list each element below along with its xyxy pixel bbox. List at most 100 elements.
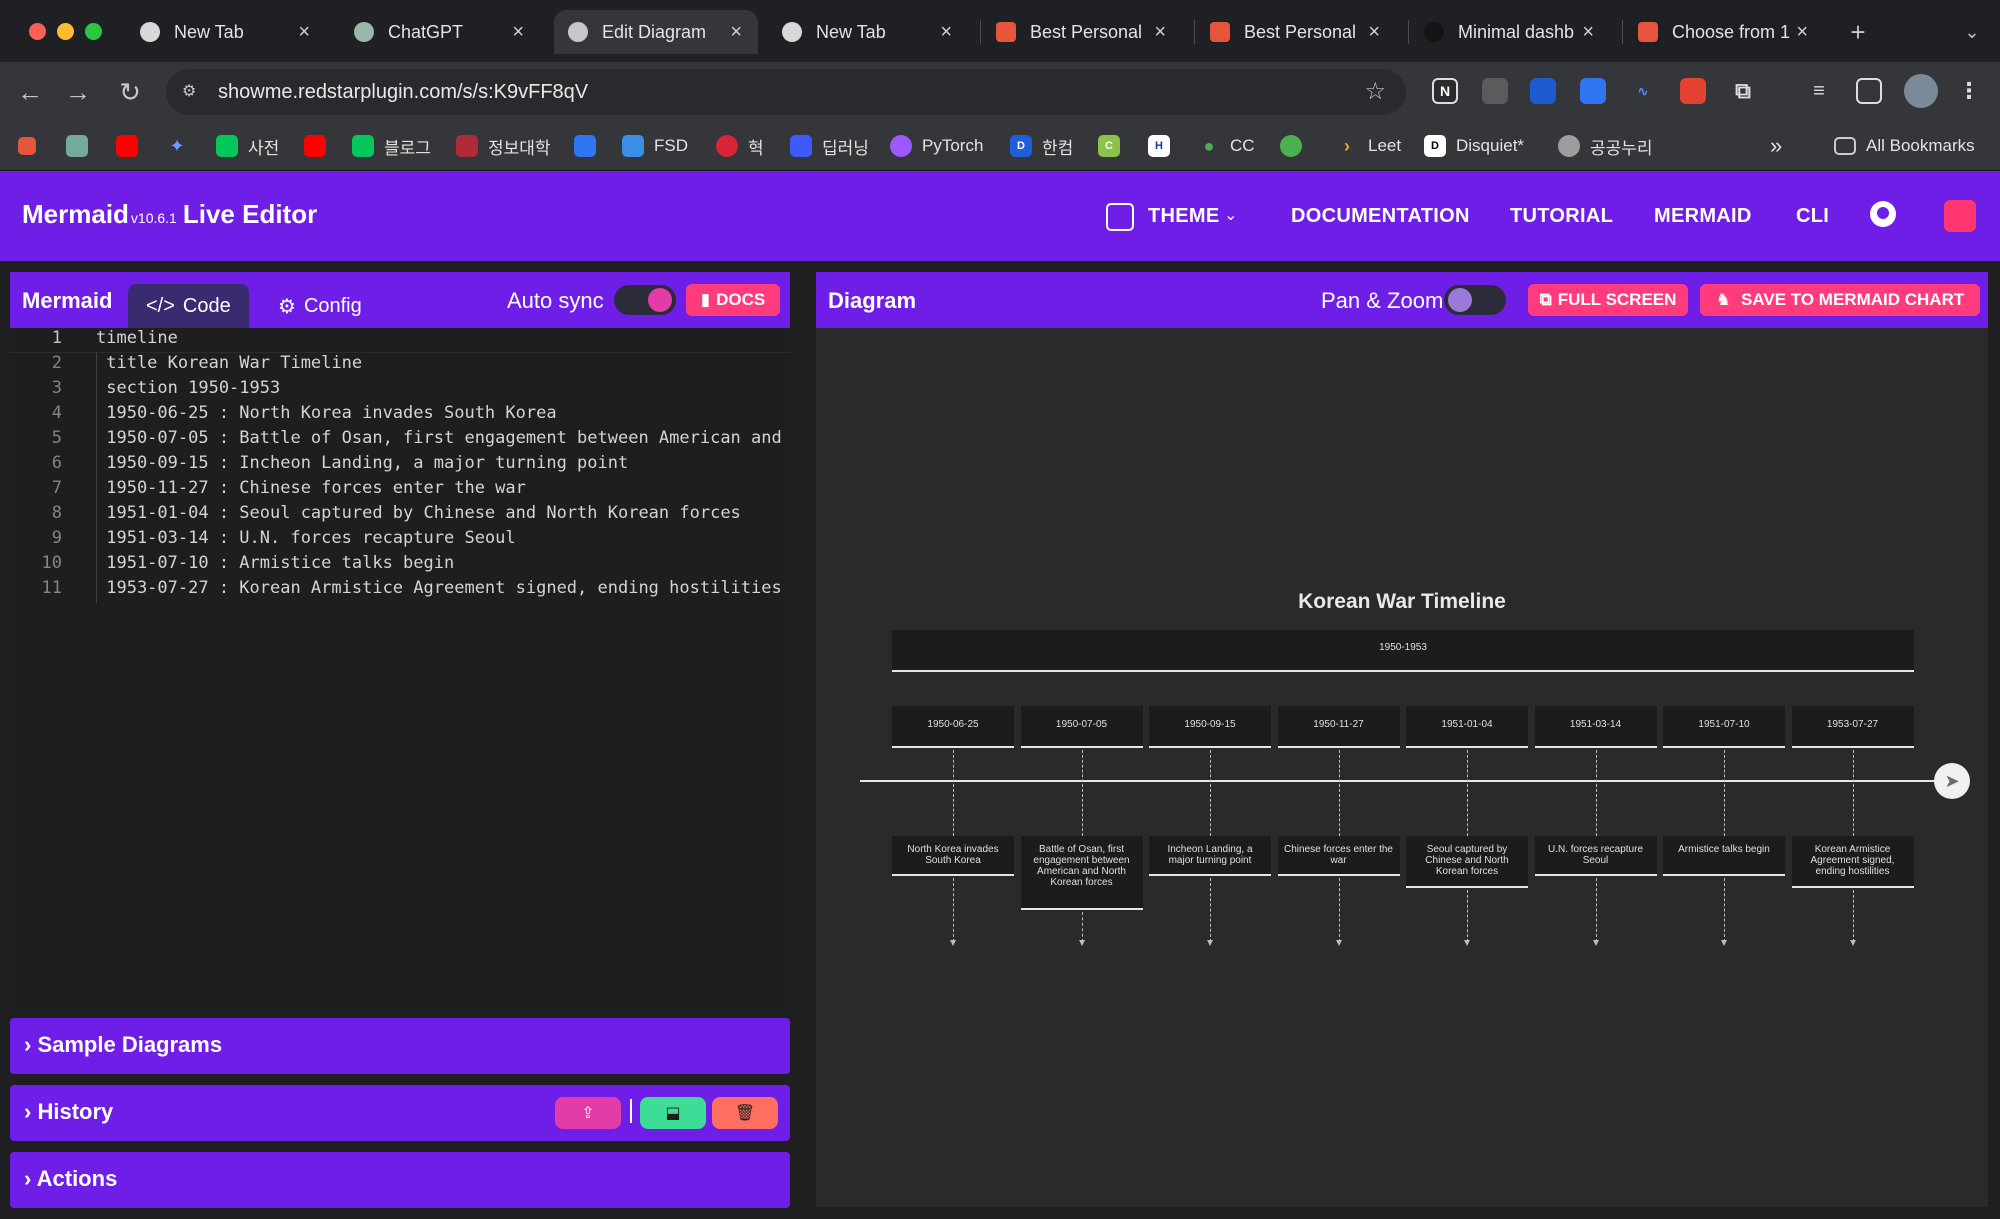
theme-chevron-down-icon[interactable]: ⌄ <box>1224 205 1237 225</box>
bookmark-gemini-icon[interactable]: ✦ <box>166 134 198 158</box>
browser-tab-active[interactable]: Edit Diagram × <box>554 10 758 54</box>
rocket-icon[interactable]: ➤ <box>1934 763 1970 799</box>
maximize-window-button[interactable] <box>85 23 102 40</box>
extension-icon[interactable] <box>1482 78 1508 104</box>
bookmark-disquiet[interactable]: D Disquiet* <box>1424 134 1524 158</box>
code-line[interactable]: 6 1950-09-15 : Incheon Landing, a major … <box>10 453 790 478</box>
code-line[interactable]: 1 timeline <box>10 328 790 353</box>
browser-tab[interactable]: Best Personal × <box>1196 10 1396 54</box>
auto-sync-toggle[interactable] <box>614 285 676 315</box>
sample-diagrams-accordion[interactable]: › Sample Diagrams <box>10 1018 790 1074</box>
bookmark-hyuk[interactable]: 혁 <box>716 134 764 158</box>
app-brand[interactable]: Mermaid v10.6.1 Live Editor <box>22 199 317 230</box>
shield-icon <box>456 135 478 157</box>
close-tab-icon[interactable]: × <box>1154 21 1166 44</box>
bookmark-pytorch[interactable]: PyTorch <box>890 134 983 158</box>
bookmark-hancom[interactable]: D 한컴 <box>1010 134 1073 158</box>
save-to-mermaid-chart-button[interactable]: ♞ SAVE TO MERMAID CHART <box>1700 284 1980 316</box>
mermaid-chart-logo-icon[interactable] <box>1944 200 1976 232</box>
browser-tab[interactable]: Minimal dashb × <box>1410 10 1610 54</box>
bookmark-youtube-icon[interactable] <box>116 134 148 158</box>
browser-tab[interactable]: ChatGPT × <box>340 10 540 54</box>
side-panel-icon[interactable] <box>1856 78 1882 104</box>
close-tab-icon[interactable]: × <box>512 21 524 44</box>
delete-history-button[interactable]: 🗑 <box>712 1097 778 1129</box>
bookmark-blog[interactable]: 블로그 <box>352 134 431 158</box>
save-history-button[interactable]: ⬓ <box>640 1097 706 1129</box>
bookmark-gonggong[interactable]: 공공누리 <box>1558 134 1653 158</box>
close-tab-icon[interactable]: × <box>730 21 742 44</box>
apps-grid-icon[interactable] <box>18 134 46 158</box>
close-tab-icon[interactable]: × <box>1796 21 1808 44</box>
bookmark-dictionary[interactable]: 사전 <box>216 134 279 158</box>
bookmark-chatgpt-icon[interactable] <box>66 134 98 158</box>
extensions-puzzle-icon[interactable]: ⧉ <box>1730 78 1756 104</box>
new-tab-plus-icon[interactable]: + <box>1840 14 1876 50</box>
code-line[interactable]: 5 1950-07-05 : Battle of Osan, first eng… <box>10 428 790 453</box>
back-arrow-icon[interactable]: ← <box>12 74 48 110</box>
browser-tab[interactable]: New Tab × <box>768 10 968 54</box>
code-editor[interactable]: 1 timeline 2 title Korean War Timeline 3 … <box>10 328 790 1007</box>
bookmark-star-icon[interactable]: ☆ <box>1364 77 1386 106</box>
bookmark-fsd[interactable]: FSD <box>622 134 688 158</box>
bookmark-youtube-icon[interactable] <box>304 134 336 158</box>
code-line[interactable]: 11 1953-07-27 : Korean Armistice Agreeme… <box>10 578 790 603</box>
nav-documentation[interactable]: DOCUMENTATION <box>1291 205 1470 228</box>
history-accordion[interactable]: › History ⇪ ⬓ 🗑 <box>10 1085 790 1141</box>
browser-tab[interactable]: Best Personal × <box>982 10 1182 54</box>
reload-icon[interactable]: ↻ <box>112 74 148 110</box>
bookmark-college[interactable]: 정보대학 <box>456 134 551 158</box>
close-tab-icon[interactable]: × <box>1368 21 1380 44</box>
close-tab-icon[interactable]: × <box>298 21 310 44</box>
actions-accordion[interactable]: › Actions <box>10 1152 790 1208</box>
menu-dots-icon[interactable]: ⋮ <box>1956 78 1982 104</box>
docs-button[interactable]: ▮ DOCS <box>686 284 780 316</box>
close-window-button[interactable] <box>29 23 46 40</box>
site-settings-icon[interactable]: ⚙ <box>182 81 204 103</box>
browser-tab[interactable]: Choose from 1 × <box>1624 10 1824 54</box>
bookmark-cc[interactable]: ● CC <box>1198 134 1255 158</box>
close-tab-icon[interactable]: × <box>940 21 952 44</box>
bookmark-leaf-icon[interactable] <box>1280 134 1312 158</box>
code-line[interactable]: 9 1951-03-14 : U.N. forces recapture Seo… <box>10 528 790 553</box>
url-text[interactable]: showme.redstarplugin.com/s/s:K9vFF8qV <box>218 81 588 104</box>
code-line[interactable]: 10 1951-07-10 : Armistice talks begin <box>10 553 790 578</box>
bookmark-deep-learning[interactable]: 딥러닝 <box>790 134 869 158</box>
notion-extension-icon[interactable]: N <box>1432 78 1458 104</box>
bookmark-leet[interactable]: › Leet <box>1336 134 1401 158</box>
pan-zoom-toggle[interactable] <box>1444 285 1506 315</box>
todoist-extension-icon[interactable] <box>1680 78 1706 104</box>
wave-extension-icon[interactable]: ∿ <box>1630 78 1656 104</box>
code-line[interactable]: 2 title Korean War Timeline <box>10 353 790 378</box>
forward-arrow-icon[interactable]: → <box>60 74 96 110</box>
naver-dictionary-icon <box>216 135 238 157</box>
media-controls-icon[interactable]: ≡ <box>1806 78 1832 104</box>
bookmark-c-icon[interactable]: C <box>1098 134 1130 158</box>
more-bookmarks-chevron-icon[interactable]: » <box>1770 133 1782 158</box>
full-screen-button[interactable]: ⧉ FULL SCREEN <box>1528 284 1688 316</box>
bookmark-h-icon[interactable]: H <box>1148 134 1180 158</box>
code-line[interactable]: 8 1951-01-04 : Seoul captured by Chinese… <box>10 503 790 528</box>
code-line[interactable]: 3 section 1950-1953 <box>10 378 790 403</box>
theme-palette-icon[interactable] <box>1106 203 1134 231</box>
bookmark-rocket-icon[interactable] <box>574 134 606 158</box>
hexagon-extension-icon[interactable] <box>1530 78 1556 104</box>
upload-history-button[interactable]: ⇪ <box>555 1097 621 1129</box>
nav-cli[interactable]: CLI <box>1796 205 1829 228</box>
nav-theme[interactable]: THEME <box>1148 205 1220 228</box>
github-icon[interactable] <box>1870 201 1896 227</box>
profile-avatar[interactable] <box>1904 74 1938 108</box>
tab-config[interactable]: ⚙ Config <box>260 284 380 328</box>
address-bar[interactable]: ⚙ showme.redstarplugin.com/s/s:K9vFF8qV … <box>166 69 1406 115</box>
nav-mermaid[interactable]: MERMAID <box>1654 205 1752 228</box>
close-tab-icon[interactable]: × <box>1582 21 1594 44</box>
tab-code[interactable]: </> Code <box>128 284 249 328</box>
code-line[interactable]: 4 1950-06-25 : North Korea invades South… <box>10 403 790 428</box>
browser-tab[interactable]: New Tab × <box>126 10 326 54</box>
minimize-window-button[interactable] <box>57 23 74 40</box>
code-line[interactable]: 7 1950-11-27 : Chinese forces enter the … <box>10 478 790 503</box>
tab-search-chevron-icon[interactable]: ⌄ <box>1954 14 1990 50</box>
all-bookmarks[interactable]: All Bookmarks <box>1834 134 1975 158</box>
rocket-extension-icon[interactable] <box>1580 78 1606 104</box>
nav-tutorial[interactable]: TUTORIAL <box>1510 205 1613 228</box>
